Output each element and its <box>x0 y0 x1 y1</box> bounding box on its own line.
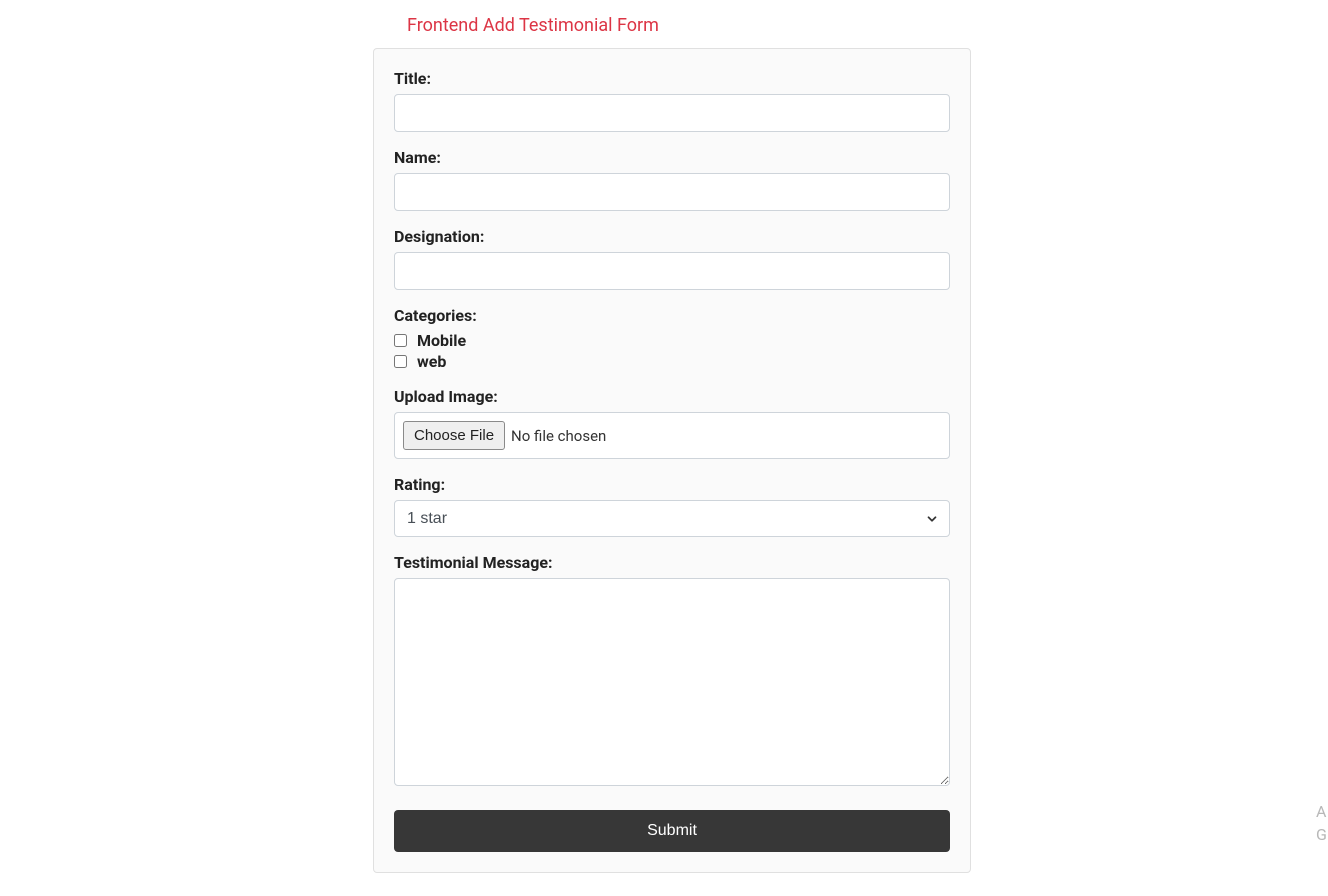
title-input[interactable] <box>394 94 950 132</box>
message-group: Testimonial Message: <box>394 553 950 790</box>
category-row-mobile: Mobile <box>394 331 950 350</box>
category-label-mobile: Mobile <box>417 331 466 350</box>
choose-file-button[interactable]: Choose File <box>403 421 505 450</box>
category-label-web: web <box>417 352 446 371</box>
name-label: Name: <box>394 148 950 167</box>
designation-label: Designation: <box>394 227 950 246</box>
message-label: Testimonial Message: <box>394 553 950 572</box>
name-input[interactable] <box>394 173 950 211</box>
submit-button[interactable]: Submit <box>394 810 950 852</box>
title-label: Title: <box>394 69 950 88</box>
upload-label: Upload Image: <box>394 387 950 406</box>
watermark: A G <box>1316 801 1328 846</box>
page-title: Frontend Add Testimonial Form <box>407 15 1328 36</box>
category-row-web: web <box>394 352 950 371</box>
categories-label: Categories: <box>394 306 950 325</box>
message-textarea[interactable] <box>394 578 950 786</box>
category-checkbox-mobile[interactable] <box>394 334 407 347</box>
designation-group: Designation: <box>394 227 950 290</box>
testimonial-form: Title: Name: Designation: Categories: Mo… <box>373 48 971 873</box>
rating-group: Rating: 1 star <box>394 475 950 537</box>
watermark-line2: G <box>1316 824 1328 846</box>
file-status-text: No file chosen <box>511 427 606 445</box>
watermark-line1: A <box>1316 801 1328 823</box>
file-input-wrapper[interactable]: Choose File No file chosen <box>394 412 950 459</box>
designation-input[interactable] <box>394 252 950 290</box>
categories-group: Categories: Mobile web <box>394 306 950 371</box>
category-checkbox-web[interactable] <box>394 355 407 368</box>
rating-select[interactable]: 1 star <box>394 500 950 537</box>
title-group: Title: <box>394 69 950 132</box>
rating-label: Rating: <box>394 475 950 494</box>
upload-group: Upload Image: Choose File No file chosen <box>394 387 950 459</box>
name-group: Name: <box>394 148 950 211</box>
